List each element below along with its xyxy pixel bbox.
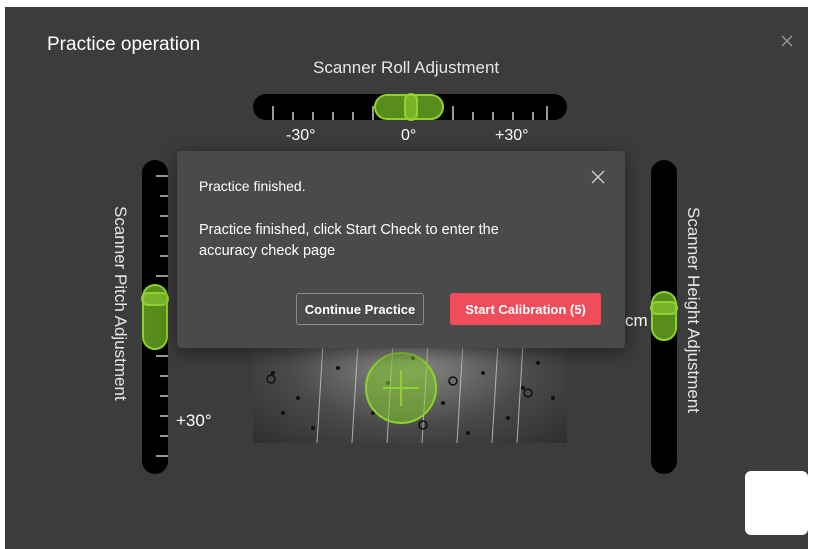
roll-indicator bbox=[404, 93, 418, 121]
pitch-adjustment-label: Scanner Pitch Adjustment bbox=[111, 206, 130, 401]
roll-tick-zero: 0° bbox=[401, 127, 417, 144]
start-calibration-button[interactable]: Start Calibration (5) bbox=[450, 293, 601, 325]
pitch-slider-handle[interactable] bbox=[141, 284, 169, 350]
dialog-title: Practice finished. bbox=[199, 178, 306, 194]
roll-tick-max: +30° bbox=[495, 127, 529, 144]
dialog-close-icon[interactable] bbox=[591, 170, 605, 184]
dialog-message: Practice finished, click Start Check to … bbox=[199, 222, 499, 259]
height-indicator bbox=[650, 301, 678, 315]
roll-slider-handle[interactable] bbox=[374, 93, 444, 121]
roll-tick-min: -30° bbox=[286, 127, 316, 144]
corner-panel bbox=[745, 471, 808, 535]
height-unit-partial: cm bbox=[625, 311, 648, 330]
window-close-icon[interactable] bbox=[779, 33, 795, 49]
pitch-indicator bbox=[141, 292, 169, 306]
height-slider-handle[interactable] bbox=[650, 291, 678, 341]
window-title: Practice operation bbox=[47, 34, 201, 55]
height-adjustment-label: Scanner Height Adjustment bbox=[684, 207, 703, 414]
pitch-tick-max: +30° bbox=[176, 411, 212, 430]
roll-adjustment-label: Scanner Roll Adjustment bbox=[313, 58, 500, 77]
continue-practice-button[interactable]: Continue Practice bbox=[296, 293, 424, 325]
crosshair-icon bbox=[383, 370, 419, 406]
practice-finished-dialog: Practice finished. Practice finished, cl… bbox=[177, 151, 625, 348]
